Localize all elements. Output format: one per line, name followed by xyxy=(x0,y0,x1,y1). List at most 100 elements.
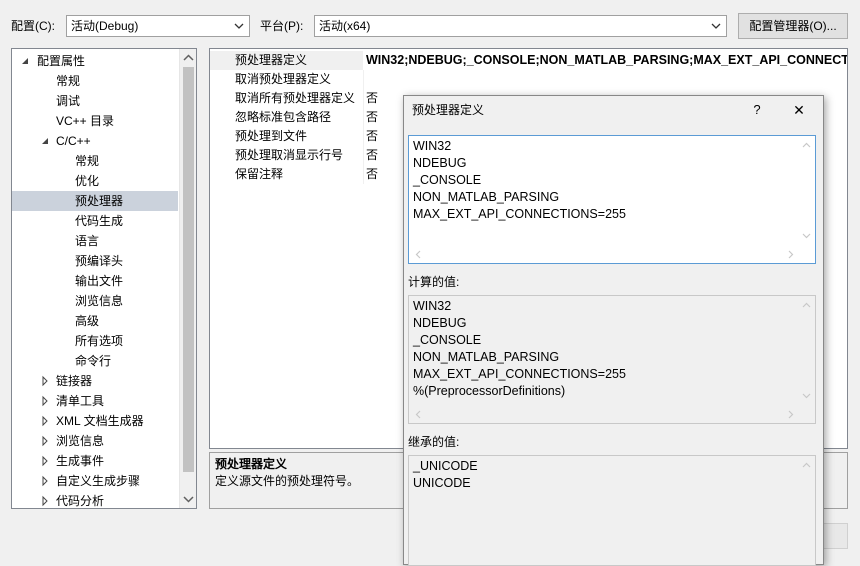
edit-line: WIN32 xyxy=(413,139,452,153)
tree-item-cpp-general[interactable]: 常规 xyxy=(75,151,99,171)
tree-item-general[interactable]: 常规 xyxy=(56,71,80,91)
tree-item-label: 常规 xyxy=(56,74,81,88)
tree-item-label: 代码分析 xyxy=(56,494,105,508)
tree-item-all-options[interactable]: 所有选项 xyxy=(75,331,123,351)
tree-item-code-analysis[interactable]: 代码分析 xyxy=(12,491,180,509)
expanded-triangle-icon[interactable] xyxy=(20,51,30,71)
collapsed-triangle-icon[interactable] xyxy=(40,491,50,509)
tree-item-browse-info[interactable]: 浏览信息 xyxy=(75,291,123,311)
computed-line: MAX_EXT_API_CONNECTIONS=255 xyxy=(413,367,626,381)
collapsed-triangle-icon[interactable] xyxy=(40,411,50,431)
config-dropdown[interactable]: 活动(Debug) xyxy=(66,15,250,37)
property-name: 预处理取消显示行号 xyxy=(235,148,344,162)
tree-scrollbar-thumb[interactable] xyxy=(183,67,194,472)
computed-vertical-scrollbar[interactable] xyxy=(798,296,815,406)
property-row-preprocessor-definitions[interactable]: 预处理器定义 WIN32;NDEBUG;_CONSOLE;NON_MATLAB_… xyxy=(210,51,847,70)
tree-item-label: 输出文件 xyxy=(75,274,124,288)
edit-vertical-scrollbar[interactable] xyxy=(798,136,815,246)
property-row-undefine-preprocessor[interactable]: 取消预处理器定义 xyxy=(210,70,847,89)
dialog-title: 预处理器定义 xyxy=(412,103,485,117)
tree-scrollbar[interactable] xyxy=(179,49,196,508)
property-value[interactable]: 否 xyxy=(366,127,378,146)
tree-item-custom-build-step[interactable]: 自定义生成步骤 xyxy=(12,471,180,491)
tree-item-label: 浏览信息 xyxy=(75,294,124,308)
scroll-down-icon[interactable] xyxy=(180,492,197,506)
tree-item-label: VC++ 目录 xyxy=(56,114,115,128)
edit-line: NON_MATLAB_PARSING xyxy=(413,190,560,204)
platform-label: 平台(P): xyxy=(260,19,304,33)
tree-item-browse-information[interactable]: 浏览信息 xyxy=(12,431,180,451)
inherited-vertical-scrollbar[interactable] xyxy=(798,456,815,486)
tree-item-label: 清单工具 xyxy=(56,394,105,408)
computed-line: WIN32 xyxy=(413,299,452,313)
tree-item-command-line[interactable]: 命令行 xyxy=(75,351,111,371)
tree-item-label: 配置属性 xyxy=(37,54,86,68)
description-title: 预处理器定义 xyxy=(215,457,288,471)
collapsed-triangle-icon[interactable] xyxy=(40,471,50,491)
property-name: 取消预处理器定义 xyxy=(235,72,332,86)
tree-item-precompiled-headers[interactable]: 预编译头 xyxy=(75,251,123,271)
property-tree[interactable]: 配置属性 常规 调试 VC++ 目录 C/C++ 常规 优化 预处理器 代码生成… xyxy=(11,48,197,509)
inherited-line: _UNICODE xyxy=(413,459,478,473)
tree-item-vc-directories[interactable]: VC++ 目录 xyxy=(56,111,114,131)
property-value[interactable]: 否 xyxy=(366,108,378,127)
config-label: 配置(C): xyxy=(11,19,55,33)
collapsed-triangle-icon[interactable] xyxy=(40,431,50,451)
computed-line: NDEBUG xyxy=(413,316,467,330)
tree-item-label: 高级 xyxy=(75,314,100,328)
chevron-down-icon xyxy=(711,23,721,29)
property-value[interactable]: 否 xyxy=(366,146,378,165)
config-manager-button[interactable]: 配置管理器(O)... xyxy=(738,13,848,39)
tree-item-label: 所有选项 xyxy=(75,334,124,348)
property-value[interactable]: WIN32;NDEBUG;_CONSOLE;NON_MATLAB_PARSING… xyxy=(366,51,847,70)
tree-item-language[interactable]: 语言 xyxy=(75,231,99,251)
tree-item-output-files[interactable]: 输出文件 xyxy=(75,271,123,291)
edit-line: _CONSOLE xyxy=(413,173,482,187)
collapsed-triangle-icon[interactable] xyxy=(40,451,50,471)
computed-values-label: 计算的值: xyxy=(408,275,460,289)
description-text: 定义源文件的预处理符号。 xyxy=(215,474,360,488)
tree-item-preprocessor[interactable]: 预处理器 xyxy=(12,191,178,211)
computed-values-box: WIN32 NDEBUG _CONSOLE NON_MATLAB_PARSING… xyxy=(408,295,816,424)
tree-item-label: 调试 xyxy=(56,94,81,108)
inherited-line: UNICODE xyxy=(413,476,471,490)
property-value[interactable]: 否 xyxy=(366,89,378,108)
definitions-edit-box[interactable]: WIN32 NDEBUG _CONSOLE NON_MATLAB_PARSING… xyxy=(408,135,816,264)
computed-line: %(PreprocessorDefinitions) xyxy=(413,384,566,398)
collapsed-triangle-icon[interactable] xyxy=(40,371,50,391)
computed-line: NON_MATLAB_PARSING xyxy=(413,350,560,364)
property-name: 预处理器定义 xyxy=(235,53,308,67)
platform-dropdown[interactable]: 活动(x64) xyxy=(314,15,727,37)
close-icon[interactable]: ✕ xyxy=(792,101,806,119)
expanded-triangle-icon[interactable] xyxy=(40,131,50,151)
scroll-up-icon[interactable] xyxy=(180,51,197,65)
tree-item-label: 命令行 xyxy=(75,354,112,368)
edit-horizontal-scrollbar[interactable] xyxy=(409,246,800,263)
help-icon[interactable]: ? xyxy=(750,101,764,119)
platform-dropdown-value: 活动(x64) xyxy=(319,19,371,33)
tree-item-build-events[interactable]: 生成事件 xyxy=(12,451,180,471)
tree-item-code-generation[interactable]: 代码生成 xyxy=(75,211,123,231)
tree-item-optimization[interactable]: 优化 xyxy=(75,171,99,191)
property-name: 保留注释 xyxy=(235,167,284,181)
tree-item-label: 优化 xyxy=(75,174,100,188)
tree-item-linker[interactable]: 链接器 xyxy=(12,371,180,391)
tree-item-label: 常规 xyxy=(75,154,100,168)
collapsed-triangle-icon[interactable] xyxy=(40,391,50,411)
tree-item-label: 生成事件 xyxy=(56,454,105,468)
tree-item-label: 浏览信息 xyxy=(56,434,105,448)
preprocessor-definitions-dialog: 预处理器定义 ? ✕ WIN32 NDEBUG _CONSOLE NON_MAT… xyxy=(403,95,824,566)
tree-item-manifest-tool[interactable]: 清单工具 xyxy=(12,391,180,411)
tree-item-cpp[interactable]: C/C++ xyxy=(12,131,180,151)
property-name: 取消所有预处理器定义 xyxy=(235,91,356,105)
property-value[interactable]: 否 xyxy=(366,165,378,184)
tree-item-label: C/C++ xyxy=(56,134,91,148)
tree-item-config-properties[interactable]: 配置属性 xyxy=(12,51,180,71)
chevron-down-icon xyxy=(234,23,244,29)
tree-item-xml-doc-generator[interactable]: XML 文档生成器 xyxy=(12,411,180,431)
tree-item-label: XML 文档生成器 xyxy=(56,414,144,428)
computed-horizontal-scrollbar[interactable] xyxy=(409,406,800,423)
tree-item-advanced[interactable]: 高级 xyxy=(75,311,99,331)
tree-item-debugging[interactable]: 调试 xyxy=(56,91,80,111)
tree-item-label: 预处理器 xyxy=(75,194,124,208)
